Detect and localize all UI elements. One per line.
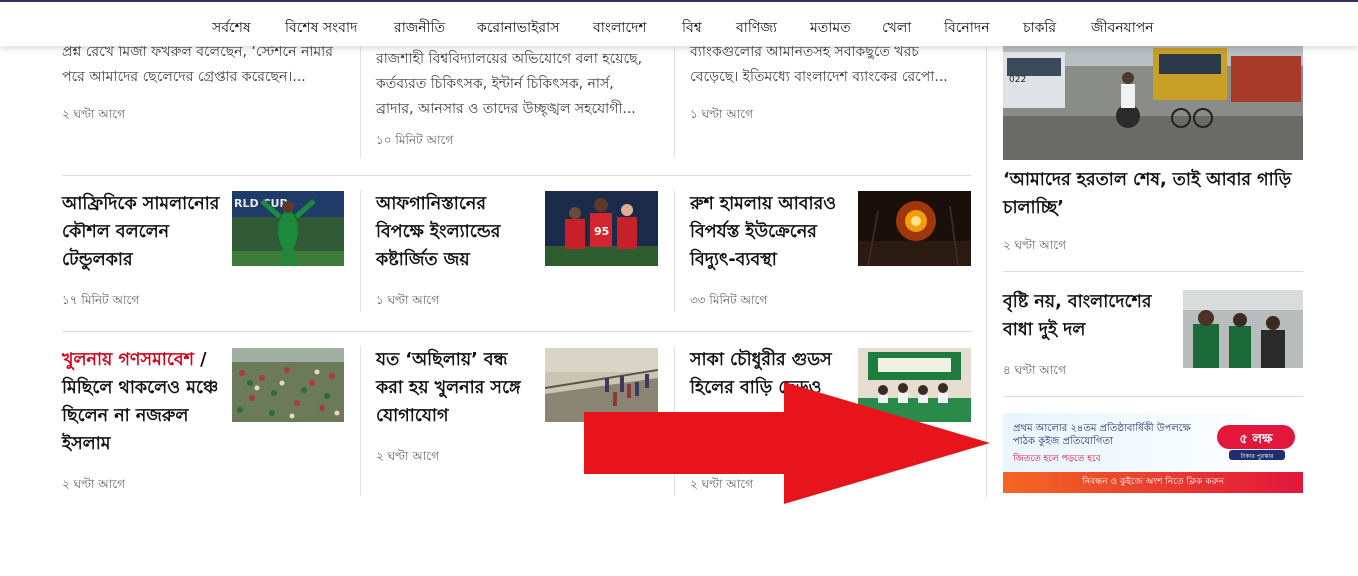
headline-line: আফগানিস্তানের: [376, 194, 486, 214]
headline-line: বিপর্যস্ত ইউক্রেনের: [690, 222, 817, 242]
snippet-line: ব্রাদার, আনসার ও তাদের উচ্ছৃঙ্খল সহযোগী.…: [376, 101, 636, 117]
quiz-ad-banner[interactable]: প্রথম আলোর ২৪তম প্রতিষ্ঠাবার্ষিকী উপলক্ষ…: [1003, 413, 1303, 493]
headline-line: খুলনায় গণসমাবেশ /: [62, 346, 227, 374]
nav-item-entertainment[interactable]: বিনোদন: [944, 16, 990, 40]
row-divider: [62, 331, 971, 332]
nav-item-special-news[interactable]: বিশেষ সংবাদ: [285, 16, 357, 40]
story-time: ২ ঘণ্টা আগে: [376, 449, 439, 463]
headline-line: বিপক্ষে ইংল্যান্ডের: [376, 222, 501, 242]
ad-logo-text: ৫ লক্ষ: [1239, 432, 1273, 447]
headline-line: করা হয় খুলনার সঙ্গে: [376, 378, 521, 398]
story-headline[interactable]: রুশ হামলায় আবারও বিপর্যস্ত ইউক্রেনের বি…: [690, 190, 855, 274]
story-headline[interactable]: আফগানিস্তানের বিপক্ষে ইংল্যান্ডের কষ্টার…: [376, 190, 541, 274]
snippet-line: বেড়েছে। ইতিমধ্যে বাংলাদেশ ব্যাংকের রেপো…: [690, 69, 948, 85]
nav-item-bangladesh[interactable]: বাংলাদেশ: [593, 16, 647, 40]
story-time: ১০ মিনিট আগে: [376, 133, 454, 147]
nav-item-politics[interactable]: রাজনীতি: [394, 16, 445, 40]
headline-line: বৃষ্টি নয়, বাংলাদেশের: [1003, 292, 1152, 312]
headline-line: বাধা দুই দল: [1003, 320, 1086, 340]
headline-line: টেন্ডুলকার: [62, 250, 133, 270]
story-time: ২ ঘণ্টা আগে: [1003, 238, 1066, 252]
headline-line: চালাচ্ছি’: [1003, 198, 1064, 218]
headline-line: ইসলাম: [62, 434, 111, 454]
nav-item-coronavirus[interactable]: করোনাভাইরাস: [477, 16, 559, 40]
headline-line: যোগাযোগ: [376, 406, 449, 426]
red-arrow-annotation: [584, 382, 990, 504]
headline-line: মিছিলে থাকলেও মঞ্চে: [62, 378, 219, 398]
story-snippet[interactable]: প্রশ্ন রেখে মির্জা ফখরুল বলেছেন, ‘স্টেশন…: [62, 40, 352, 90]
nav-item-opinion[interactable]: মতামত: [810, 16, 851, 40]
story-headline[interactable]: বৃষ্টি নয়, বাংলাদেশের বাধা দুই দল: [1003, 288, 1178, 344]
row-divider: [1003, 271, 1303, 272]
ad-tagline: জিততে হলে পড়তে হবে: [1013, 454, 1101, 464]
ad-headline: প্রথম আলোর ২৪তম প্রতিষ্ঠাবার্ষিকী উপলক্ষ…: [1013, 423, 1191, 447]
headline-line: রুশ হামলায় আবারও: [690, 194, 837, 214]
nav-item-lifestyle[interactable]: জীবনযাপন: [1091, 16, 1154, 40]
column-divider: [360, 190, 361, 312]
column-divider: [360, 46, 361, 158]
story-snippet[interactable]: ব্যাংকগুলোর আমানতসহ সবকিছুতে খরচ বেড়েছে…: [690, 40, 980, 90]
nav-item-latest[interactable]: সর্বশেষ: [212, 16, 251, 40]
story-thumbnail-cricket-team[interactable]: [1183, 290, 1303, 368]
headline-line: ছিলেন না নজরুল: [62, 406, 189, 426]
column-divider: [360, 346, 361, 496]
nav-item-world[interactable]: বিশ্ব: [682, 16, 702, 40]
row-divider: [62, 175, 971, 176]
story-headline[interactable]: যত ‘অছিলায়’ বন্ধ করা হয় খুলনার সঙ্গে য…: [376, 346, 541, 430]
story-snippet[interactable]: রাজশাহী বিশ্ববিদ্যালয়ের অভিযোগে বলা হয়…: [376, 47, 666, 122]
story-time: ২ ঘণ্টা আগে: [62, 107, 125, 121]
story-time: ৪ ঘণ্টা আগে: [1003, 363, 1066, 377]
story-thumbnail-fire[interactable]: [858, 191, 971, 266]
headline-line: কৌশল বললেন: [62, 222, 170, 242]
column-divider: [674, 190, 675, 312]
svg-text:95: 95: [594, 225, 609, 238]
ad-call-to-action: নিবন্ধন ও কুইজে অংশ নিতে ক্লিক করুন: [1003, 472, 1303, 493]
column-divider: [674, 46, 675, 158]
headline-line: সাকা চৌধুরীর গুডস: [690, 350, 832, 370]
nav-item-sports[interactable]: খেলা: [882, 16, 911, 40]
headline-line: কষ্টার্জিত জয়: [376, 250, 470, 270]
top-navigation-bar: সর্বশেষ বিশেষ সংবাদ রাজনীতি করোনাভাইরাস …: [0, 0, 1358, 46]
story-thumbnail-cricket-player[interactable]: RLD CUP: [232, 191, 344, 266]
story-time: ২ ঘণ্টা আগে: [62, 477, 125, 491]
svg-text:022: 022: [1009, 75, 1026, 85]
story-thumbnail-crowd[interactable]: [232, 348, 344, 422]
headline-line: আফ্রিদিকে সামলানোর: [62, 194, 220, 214]
snippet-line: পরে আমাদের ছেলেদের গ্রেপ্তার করেছেন।...: [62, 69, 306, 85]
story-thumbnail-street-traffic[interactable]: 022: [1003, 46, 1303, 160]
snippet-line: কর্তব্যরত চিকিৎসক, ইন্টার্ন চিকিৎসক, নার…: [376, 76, 614, 92]
story-kicker: খুলনায় গণসমাবেশ: [62, 350, 194, 370]
headline-line: ‘আমাদের হরতাল শেষ, তাই আবার গাড়ি: [1003, 170, 1292, 190]
nav-item-commerce[interactable]: বাণিজ্য: [736, 16, 777, 40]
kicker-separator: /: [193, 350, 207, 370]
story-headline[interactable]: খুলনায় গণসমাবেশ / মিছিলে থাকলেও মঞ্চে ছ…: [62, 346, 227, 458]
ad-prize-logo: ৫ লক্ষ টাকার পুরস্কার: [1215, 419, 1299, 461]
snippet-line: রাজশাহী বিশ্ববিদ্যালয়ের অভিযোগে বলা হয়…: [376, 51, 643, 67]
story-time: ১ ঘণ্টা আগে: [690, 107, 753, 121]
headline-line: বিদ্যুৎ-ব্যবস্থা: [690, 250, 777, 270]
story-thumbnail-england-players[interactable]: 95: [545, 191, 658, 266]
ad-logo-subtext: টাকার পুরস্কার: [1240, 452, 1275, 460]
story-headline[interactable]: আফ্রিদিকে সামলানোর কৌশল বললেন টেন্ডুলকার: [62, 190, 227, 274]
story-time: ১ ঘণ্টা আগে: [376, 293, 439, 307]
svg-text:RLD CUP: RLD CUP: [234, 197, 288, 210]
headline-line: যত ‘অছিলায়’ বন্ধ: [376, 350, 508, 370]
nav-item-jobs[interactable]: চাকরি: [1023, 16, 1056, 40]
story-headline[interactable]: ‘আমাদের হরতাল শেষ, তাই আবার গাড়ি চালাচ্…: [1003, 166, 1303, 222]
story-time: ১৭ মিনিট আগে: [62, 293, 140, 307]
story-time: ৩৩ মিনিট আগে: [690, 293, 768, 307]
row-divider: [1003, 396, 1303, 397]
